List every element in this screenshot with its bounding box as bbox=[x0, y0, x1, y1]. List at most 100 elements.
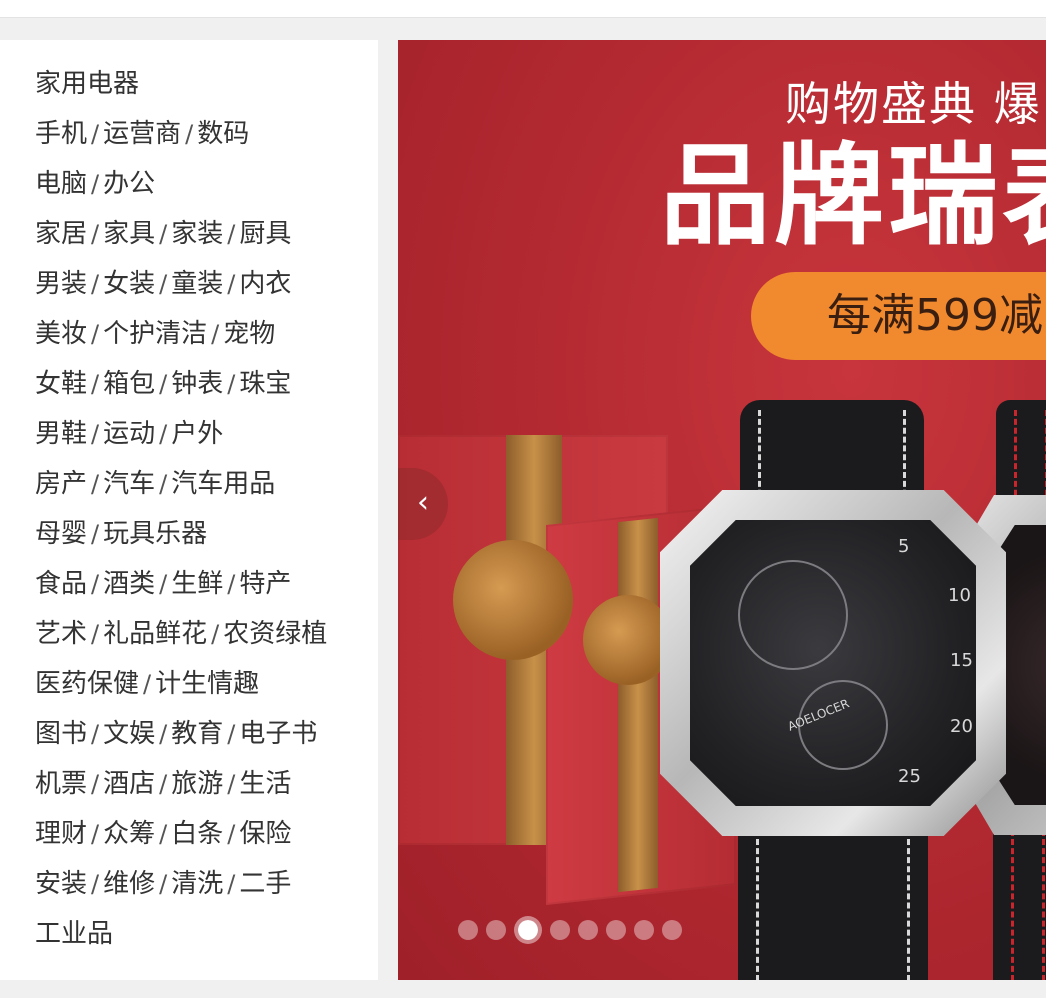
category-link[interactable]: 个护清洁 bbox=[103, 319, 207, 349]
category-link[interactable]: 艺术 bbox=[35, 619, 87, 649]
category-row: 家用电器 bbox=[35, 64, 378, 114]
category-row: 手机 / 运营商 / 数码 bbox=[35, 114, 378, 164]
category-row: 男装 / 女装 / 童装 / 内衣 bbox=[35, 264, 378, 314]
category-separator: / bbox=[159, 820, 168, 848]
category-link[interactable]: 男鞋 bbox=[35, 419, 87, 449]
category-row: 家居 / 家具 / 家装 / 厨具 bbox=[35, 214, 378, 264]
category-link[interactable]: 二手 bbox=[239, 869, 291, 899]
category-link[interactable]: 白条 bbox=[171, 819, 223, 849]
category-link[interactable]: 图书 bbox=[35, 719, 87, 749]
category-link[interactable]: 内衣 bbox=[239, 269, 291, 299]
slide-dot[interactable] bbox=[458, 920, 478, 940]
watch-strap bbox=[993, 820, 1046, 980]
category-link[interactable]: 食品 bbox=[35, 569, 87, 599]
dial-number: 10 bbox=[948, 585, 971, 606]
category-link[interactable]: 清洗 bbox=[171, 869, 223, 899]
category-separator: / bbox=[227, 270, 236, 298]
category-link[interactable]: 运营商 bbox=[103, 119, 181, 149]
category-row: 美妆 / 个护清洁 / 宠物 bbox=[35, 314, 378, 364]
category-link[interactable]: 电子书 bbox=[239, 719, 317, 749]
category-link[interactable]: 宠物 bbox=[223, 319, 275, 349]
category-link[interactable]: 运动 bbox=[103, 419, 155, 449]
category-separator: / bbox=[227, 720, 236, 748]
category-link[interactable]: 旅游 bbox=[171, 769, 223, 799]
category-link[interactable]: 生鲜 bbox=[171, 569, 223, 599]
category-link[interactable]: 房产 bbox=[35, 469, 87, 499]
dial-number: 20 bbox=[950, 716, 973, 737]
slide-dot[interactable] bbox=[634, 920, 654, 940]
category-link[interactable]: 汽车用品 bbox=[171, 469, 275, 499]
category-link[interactable]: 酒店 bbox=[103, 769, 155, 799]
category-separator: / bbox=[91, 520, 100, 548]
category-sidebar: 家用电器 手机 / 运营商 / 数码 电脑 / 办公 家居 / 家具 / 家装 / 厨具 男装 / 女装 / 童装 / 内衣… bbox=[0, 40, 378, 980]
category-link[interactable]: 文娱 bbox=[103, 719, 155, 749]
category-link[interactable]: 农资绿植 bbox=[223, 619, 327, 649]
category-link[interactable]: 安装 bbox=[35, 869, 87, 899]
slide-dot[interactable] bbox=[606, 920, 626, 940]
category-link[interactable]: 众筹 bbox=[103, 819, 155, 849]
category-link[interactable]: 礼品鲜花 bbox=[103, 619, 207, 649]
category-link[interactable]: 美妆 bbox=[35, 319, 87, 349]
category-link[interactable]: 玩具乐器 bbox=[103, 519, 207, 549]
category-link[interactable]: 厨具 bbox=[239, 219, 291, 249]
category-separator: / bbox=[227, 870, 236, 898]
category-separator: / bbox=[91, 770, 100, 798]
category-link[interactable]: 家具 bbox=[103, 219, 155, 249]
category-link[interactable]: 保险 bbox=[239, 819, 291, 849]
category-link[interactable]: 电脑 bbox=[35, 169, 87, 199]
category-link[interactable]: 工业品 bbox=[35, 919, 113, 949]
category-link[interactable]: 家用电器 bbox=[35, 69, 139, 99]
category-row: 医药保健 / 计生情趣 bbox=[35, 664, 378, 714]
category-link[interactable]: 女鞋 bbox=[35, 369, 87, 399]
category-link[interactable]: 男装 bbox=[35, 269, 87, 299]
category-row: 理财 / 众筹 / 白条 / 保险 bbox=[35, 814, 378, 864]
category-link[interactable]: 箱包 bbox=[103, 369, 155, 399]
category-row: 电脑 / 办公 bbox=[35, 164, 378, 214]
banner-subheadline: 购物盛典 爆 bbox=[785, 77, 1042, 131]
category-separator: / bbox=[159, 420, 168, 448]
category-link[interactable]: 机票 bbox=[35, 769, 87, 799]
category-link[interactable]: 办公 bbox=[103, 169, 155, 199]
category-row: 机票 / 酒店 / 旅游 / 生活 bbox=[35, 764, 378, 814]
category-list: 家用电器 手机 / 运营商 / 数码 电脑 / 办公 家居 / 家具 / 家装 / 厨具 男装 / 女装 / 童装 / 内衣… bbox=[0, 40, 378, 964]
category-separator: / bbox=[159, 770, 168, 798]
category-link[interactable]: 钟表 bbox=[171, 369, 223, 399]
category-link[interactable]: 理财 bbox=[35, 819, 87, 849]
slide-dot[interactable] bbox=[550, 920, 570, 940]
category-row: 艺术 / 礼品鲜花 / 农资绿植 bbox=[35, 614, 378, 664]
category-link[interactable]: 珠宝 bbox=[239, 369, 291, 399]
category-link[interactable]: 特产 bbox=[239, 569, 291, 599]
category-separator: / bbox=[91, 270, 100, 298]
category-link[interactable]: 手机 bbox=[35, 119, 87, 149]
category-link[interactable]: 户外 bbox=[171, 419, 223, 449]
category-separator: / bbox=[91, 420, 100, 448]
slide-dot[interactable] bbox=[578, 920, 598, 940]
category-row: 图书 / 文娱 / 教育 / 电子书 bbox=[35, 714, 378, 764]
slide-dot[interactable] bbox=[486, 920, 506, 940]
watch-subdial bbox=[738, 560, 848, 670]
category-link[interactable]: 童装 bbox=[171, 269, 223, 299]
category-link[interactable]: 家装 bbox=[171, 219, 223, 249]
category-link[interactable]: 母婴 bbox=[35, 519, 87, 549]
category-separator: / bbox=[159, 220, 168, 248]
category-link[interactable]: 女装 bbox=[103, 269, 155, 299]
category-link[interactable]: 生活 bbox=[239, 769, 291, 799]
slide-dot[interactable] bbox=[662, 920, 682, 940]
category-separator: / bbox=[159, 470, 168, 498]
category-row: 女鞋 / 箱包 / 钟表 / 珠宝 bbox=[35, 364, 378, 414]
category-link[interactable]: 汽车 bbox=[103, 469, 155, 499]
dial-number: 25 bbox=[898, 766, 921, 787]
promo-banner[interactable]: 购物盛典 爆 品牌瑞表 每满599减 5 10 15 20 25 AOELOCE… bbox=[398, 40, 1046, 980]
category-link[interactable]: 教育 bbox=[171, 719, 223, 749]
category-separator: / bbox=[91, 120, 100, 148]
category-link[interactable]: 家居 bbox=[35, 219, 87, 249]
category-separator: / bbox=[159, 870, 168, 898]
category-link[interactable]: 计生情趣 bbox=[155, 669, 259, 699]
category-link[interactable]: 医药保健 bbox=[35, 669, 139, 699]
category-row: 男鞋 / 运动 / 户外 bbox=[35, 414, 378, 464]
category-link[interactable]: 数码 bbox=[197, 119, 249, 149]
category-link[interactable]: 维修 bbox=[103, 869, 155, 899]
category-link[interactable]: 酒类 bbox=[103, 569, 155, 599]
slide-dot-active[interactable] bbox=[514, 916, 542, 944]
category-separator: / bbox=[159, 570, 168, 598]
